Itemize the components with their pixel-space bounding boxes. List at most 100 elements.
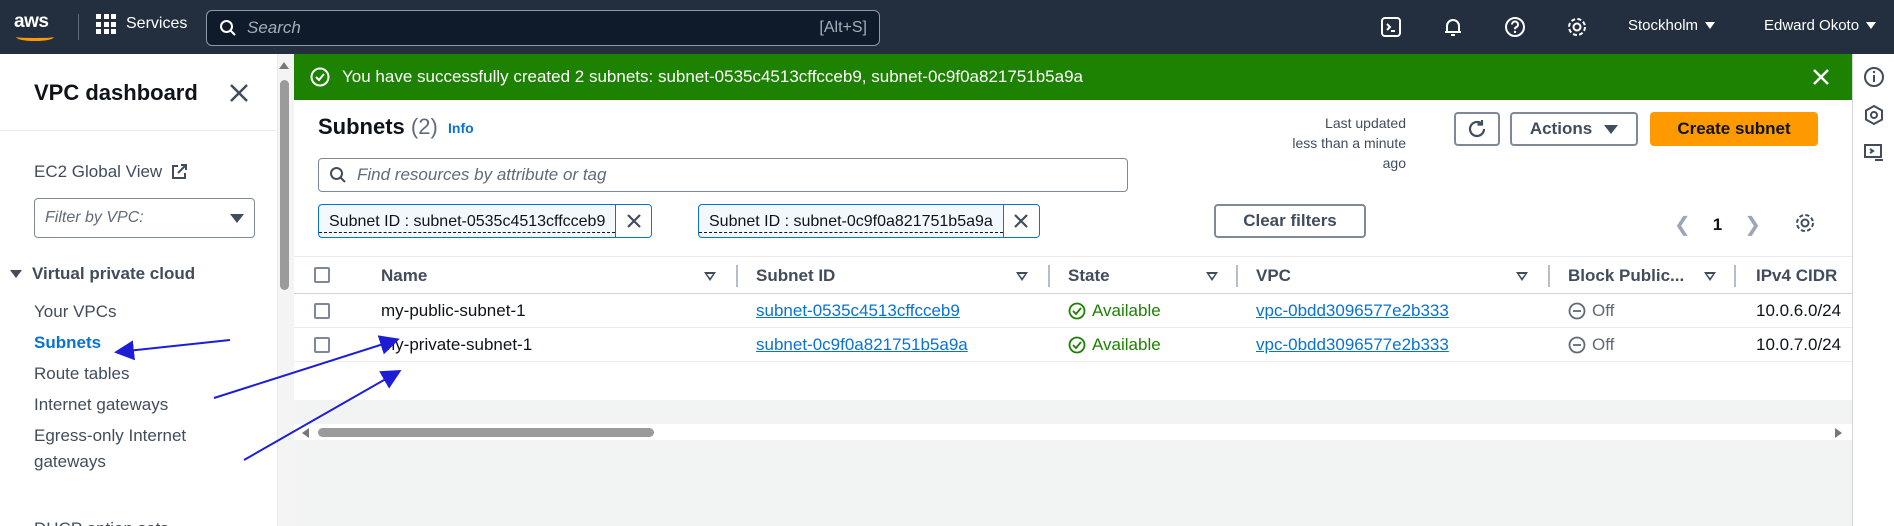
- cell-vpc-link[interactable]: vpc-0bdd3096577e2b333: [1256, 335, 1449, 355]
- sort-icon[interactable]: [1704, 272, 1716, 281]
- success-check-icon: [310, 67, 330, 87]
- cell-subnet-id-link[interactable]: subnet-0c9f0a821751b5a9a: [756, 335, 968, 355]
- actions-button[interactable]: Actions: [1510, 112, 1638, 146]
- cell-name: my-public-subnet-1: [381, 301, 526, 320]
- chevron-left-icon[interactable]: ❮: [1674, 212, 1691, 237]
- info-link[interactable]: Info: [448, 120, 474, 136]
- aws-logo[interactable]: aws: [14, 11, 58, 43]
- search-icon: [330, 167, 346, 183]
- clear-filters-button[interactable]: Clear filters: [1214, 204, 1366, 238]
- last-updated: Last updated less than a minute ago: [1274, 113, 1406, 173]
- sidebar-item-internet-gateways[interactable]: Internet gateways: [34, 392, 168, 418]
- top-navigation: aws Services [Alt+S] Stockholm Edward Ok…: [0, 0, 1894, 54]
- scroll-up-arrow-icon[interactable]: [279, 62, 289, 69]
- caret-down-icon: [1705, 22, 1716, 29]
- notifications-bell-icon[interactable]: [1440, 14, 1466, 40]
- remove-token-button[interactable]: [615, 205, 652, 237]
- filter-token-label[interactable]: Subnet ID : subnet-0535c4513cffcceb9: [319, 211, 616, 233]
- sidebar-item-route-tables[interactable]: Route tables: [34, 361, 129, 387]
- settings-gear-icon[interactable]: [1564, 14, 1590, 40]
- create-subnet-button[interactable]: Create subnet: [1650, 112, 1818, 146]
- search-shortcut: [Alt+S]: [819, 19, 867, 36]
- table-row[interactable]: my-public-subnet-1 subnet-0535c4513cffcc…: [294, 294, 1852, 328]
- column-header-name[interactable]: Name: [381, 266, 427, 286]
- column-header-vpc[interactable]: VPC: [1256, 266, 1291, 286]
- row-checkbox[interactable]: [314, 303, 330, 319]
- search-icon: [220, 20, 236, 36]
- status-off-icon: [1568, 336, 1586, 354]
- section-virtual-private-cloud[interactable]: Virtual private cloud: [10, 264, 195, 284]
- column-resizer[interactable]: [736, 265, 738, 287]
- filter-token[interactable]: Subnet ID : subnet-0535c4513cffcceb9: [318, 204, 653, 238]
- cell-state: Available: [1068, 301, 1161, 321]
- sidebar-item-egress-only-internet[interactable]: Egress-only Internet: [34, 423, 186, 449]
- column-header-state[interactable]: State: [1068, 266, 1110, 286]
- last-updated-label: Last updated: [1325, 115, 1406, 131]
- page-title: Subnets (2): [318, 114, 438, 140]
- column-resizer[interactable]: [1734, 265, 1736, 287]
- status-off-icon: [1568, 302, 1586, 320]
- account-menu[interactable]: Edward Okoto: [1764, 17, 1877, 34]
- caret-down-icon: [10, 270, 22, 278]
- sidebar-item-dhcp-option-sets[interactable]: DHCP option sets: [34, 516, 169, 526]
- column-resizer[interactable]: [1048, 265, 1050, 287]
- filter-token-label[interactable]: Subnet ID : subnet-0c9f0a821751b5a9a: [699, 211, 1003, 233]
- external-link-icon: [172, 164, 188, 179]
- select-all-checkbox[interactable]: [314, 267, 330, 283]
- table-horizontal-scrollbar[interactable]: [294, 424, 1852, 440]
- column-header-ipv4-cidr[interactable]: IPv4 CIDR: [1756, 266, 1837, 286]
- state-label: Available: [1092, 335, 1161, 354]
- sort-icon[interactable]: [704, 272, 716, 281]
- nav-divider: [78, 14, 79, 40]
- close-icon: [1014, 214, 1029, 228]
- caret-down-icon: [1604, 124, 1619, 134]
- search-input[interactable]: [247, 18, 820, 38]
- services-menu-button[interactable]: Services: [96, 14, 187, 34]
- chevron-right-icon[interactable]: ❯: [1744, 212, 1761, 237]
- horizontal-scroll-thumb[interactable]: [318, 428, 654, 437]
- services-label: Services: [126, 15, 188, 32]
- hexagon-settings-icon[interactable]: [1863, 104, 1885, 126]
- sidebar-item-your-vpcs[interactable]: Your VPCs: [34, 299, 117, 325]
- sidebar-scroll-thumb[interactable]: [280, 80, 289, 290]
- sidebar-item-subnets[interactable]: Subnets: [34, 330, 101, 356]
- scroll-left-arrow-icon[interactable]: [302, 428, 309, 438]
- vpc-filter-placeholder: Filter by VPC:: [45, 209, 144, 226]
- column-header-subnet-id[interactable]: Subnet ID: [756, 266, 835, 286]
- column-resizer[interactable]: [1236, 265, 1238, 287]
- block-public-label: Off: [1592, 301, 1615, 320]
- filter-token[interactable]: Subnet ID : subnet-0c9f0a821751b5a9a: [698, 204, 1040, 238]
- cloudshell-icon[interactable]: [1378, 14, 1404, 40]
- close-icon[interactable]: [1810, 66, 1832, 88]
- column-header-block-public[interactable]: Block Public...: [1568, 266, 1684, 286]
- ec2-global-view-link[interactable]: EC2 Global View: [34, 162, 188, 182]
- cell-vpc-link[interactable]: vpc-0bdd3096577e2b333: [1256, 301, 1449, 321]
- sort-icon[interactable]: [1516, 272, 1528, 281]
- tutorial-panel-icon[interactable]: [1863, 142, 1885, 164]
- sort-icon[interactable]: [1206, 272, 1218, 281]
- help-icon[interactable]: [1502, 14, 1528, 40]
- filter-input[interactable]: [357, 165, 1117, 185]
- subnets-table-panel: Subnets (2) Info Last updated less than …: [294, 100, 1852, 440]
- vpc-filter-select[interactable]: Filter by VPC:: [34, 198, 255, 238]
- sidebar-divider: [0, 130, 276, 131]
- sidebar-item-egress-only-gateways[interactable]: gateways: [34, 449, 106, 475]
- region-selector[interactable]: Stockholm: [1628, 17, 1716, 34]
- table-row[interactable]: my-private-subnet-1 subnet-0c9f0a821751b…: [294, 328, 1852, 362]
- section-label: Virtual private cloud: [32, 264, 196, 283]
- column-resizer[interactable]: [1548, 265, 1550, 287]
- remove-token-button[interactable]: [1002, 205, 1039, 237]
- scroll-right-arrow-icon[interactable]: [1835, 428, 1842, 438]
- close-icon[interactable]: [226, 80, 252, 106]
- info-icon[interactable]: [1863, 66, 1885, 88]
- page-title-text: Subnets: [318, 114, 405, 139]
- refresh-button[interactable]: [1454, 112, 1500, 146]
- row-checkbox[interactable]: [314, 337, 330, 353]
- cell-subnet-id-link[interactable]: subnet-0535c4513cffcceb9: [756, 301, 960, 321]
- sort-icon[interactable]: [1016, 272, 1028, 281]
- sidebar-title: VPC dashboard: [34, 80, 198, 105]
- table-preferences-gear-icon[interactable]: [1794, 212, 1816, 234]
- resource-filter[interactable]: [318, 158, 1128, 192]
- current-page[interactable]: 1: [1713, 215, 1722, 235]
- global-search[interactable]: [Alt+S]: [206, 10, 880, 46]
